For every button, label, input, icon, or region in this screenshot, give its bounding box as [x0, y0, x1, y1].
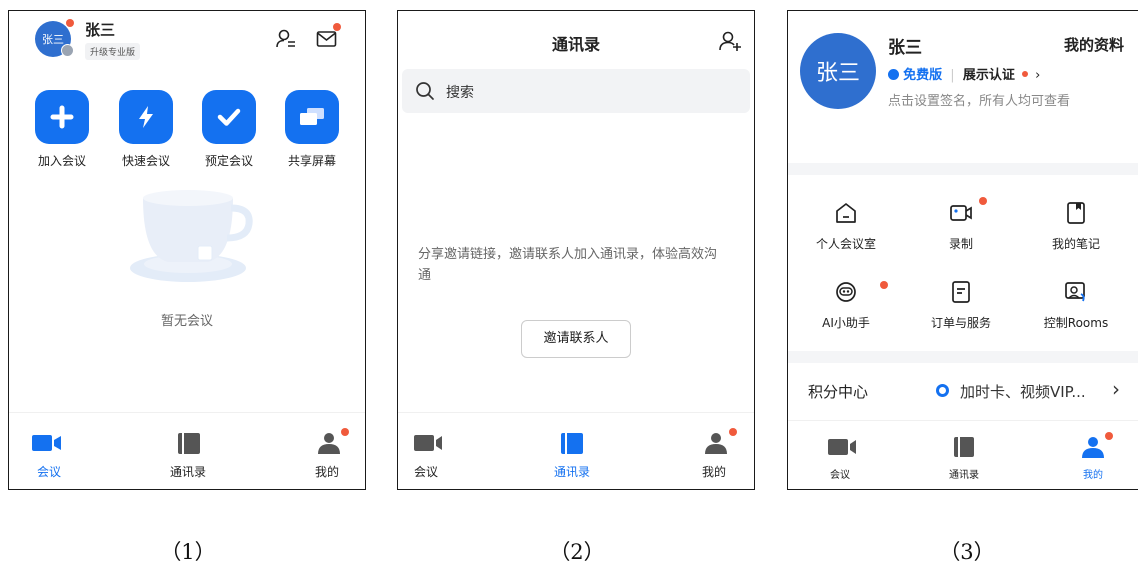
person-icon: [318, 433, 340, 454]
me-notification-dot: [341, 428, 349, 436]
quick-meeting-button[interactable]: [119, 90, 173, 144]
person-icon: [705, 433, 727, 454]
avatar-camera-icon: [61, 44, 74, 57]
mail-notification-dot: [333, 23, 341, 31]
section-divider: [788, 351, 1138, 363]
user-name[interactable]: 张三: [85, 19, 115, 40]
tab-contacts[interactable]: 通讯录: [148, 413, 228, 489]
points-icon: [936, 384, 949, 397]
book-icon: [178, 433, 200, 454]
schedule-meeting-label: 预定会议: [204, 154, 253, 168]
points-description: 加时卡、视频VIP...: [960, 383, 1086, 401]
me-notification-dot: [1105, 432, 1113, 440]
avatar[interactable]: 张三: [800, 33, 876, 109]
signature-hint[interactable]: 点击设置签名，所有人均可查看: [888, 90, 1070, 109]
bottom-tab-bar: 会议 通讯录 我的: [9, 412, 365, 489]
upgrade-badge[interactable]: 升级专业版: [85, 43, 141, 60]
recording-dot: [979, 197, 987, 205]
plan-row[interactable]: 免费版 | 展示认证 ›: [888, 64, 1040, 83]
chevron-right-icon: ›: [1035, 68, 1041, 83]
rooms-control-icon: [1065, 282, 1085, 302]
chevron-right-icon: ›: [1112, 377, 1120, 401]
plan-label: 免费版: [903, 68, 943, 83]
tab-me[interactable]: 我的: [674, 413, 754, 489]
tab-me[interactable]: 我的: [287, 413, 365, 489]
book-icon: [561, 433, 583, 454]
search-icon: [416, 82, 434, 100]
share-screen-label: 共享屏幕: [287, 154, 336, 168]
order-icon: [952, 281, 970, 303]
note-icon: [1067, 202, 1085, 224]
search-input[interactable]: 搜索: [446, 82, 474, 102]
ai-assistant-dot: [880, 281, 888, 289]
share-screen-icon: [300, 108, 324, 125]
tab-contacts[interactable]: 通讯录: [924, 421, 1004, 489]
share-invite-text: 分享邀请链接，邀请联系人加入通讯录，体验高效沟通: [418, 247, 718, 283]
empty-cup-illustration: [130, 190, 253, 282]
caption-1: （1）: [160, 540, 216, 564]
section-divider: [788, 163, 1138, 175]
contact-switch-icon[interactable]: [275, 28, 297, 50]
video-camera-icon: [32, 435, 61, 451]
mail-icon[interactable]: [316, 29, 338, 49]
quick-meeting-label: 快速会议: [121, 154, 170, 168]
screen-meetings: 张三 张三 升级专业版 加入会议 快速会议 预定会议 共享屏幕 暂无会议 会议 …: [8, 10, 366, 490]
page-title: 通讯录: [551, 35, 600, 54]
invite-contacts-button[interactable]: 邀请联系人: [521, 320, 631, 358]
robot-icon: [836, 282, 856, 302]
person-icon: [1082, 437, 1104, 458]
points-center-row[interactable]: 积分中心 加时卡、视频VIP... ›: [788, 363, 1138, 421]
video-camera-icon: [828, 439, 856, 455]
book-icon: [954, 437, 974, 457]
certify-label: 展示认证: [962, 68, 1015, 83]
video-record-icon: [950, 205, 972, 221]
plan-icon: [888, 69, 899, 80]
video-camera-icon: [414, 435, 442, 451]
tab-me[interactable]: 我的: [1053, 421, 1133, 489]
certify-dot: [1021, 71, 1028, 77]
user-name: 张三: [888, 38, 922, 58]
caption-3: （3）: [939, 540, 995, 564]
screen-contacts: 通讯录 搜索 分享邀请链接，邀请联系人加入通讯录，体验高效沟通 邀请联系人 会议…: [397, 10, 755, 490]
share-screen-button[interactable]: [285, 90, 339, 144]
tab-meetings[interactable]: 会议: [9, 413, 89, 489]
tab-meetings[interactable]: 会议: [398, 413, 466, 489]
add-contact-icon[interactable]: [718, 30, 742, 52]
tab-meetings[interactable]: 会议: [800, 421, 880, 489]
bottom-tab-bar: 会议 通讯录 我的: [398, 412, 754, 489]
join-meeting-button[interactable]: [35, 90, 89, 144]
plus-icon: [50, 105, 74, 129]
screen-me: 张三 张三 我的资料 免费版 | 展示认证 › 点击设置签名，所有人均可查看 个…: [787, 10, 1138, 490]
lightning-icon: [139, 106, 153, 128]
points-center-title: 积分中心: [808, 383, 869, 401]
empty-state-text: 暂无会议: [160, 314, 213, 329]
bottom-tab-bar: 会议 通讯录 我的: [788, 420, 1138, 489]
home-icon: [836, 203, 856, 223]
divider: |: [950, 68, 955, 83]
notification-dot: [66, 19, 74, 27]
check-icon: [217, 108, 241, 126]
caption-2: （2）: [549, 540, 605, 564]
tab-contacts[interactable]: 通讯录: [532, 413, 612, 489]
search-bar[interactable]: 搜索: [402, 69, 750, 113]
my-profile-link[interactable]: 我的资料: [1064, 34, 1124, 55]
me-notification-dot: [729, 428, 737, 436]
join-meeting-label: 加入会议: [37, 154, 86, 168]
schedule-meeting-button[interactable]: [202, 90, 256, 144]
